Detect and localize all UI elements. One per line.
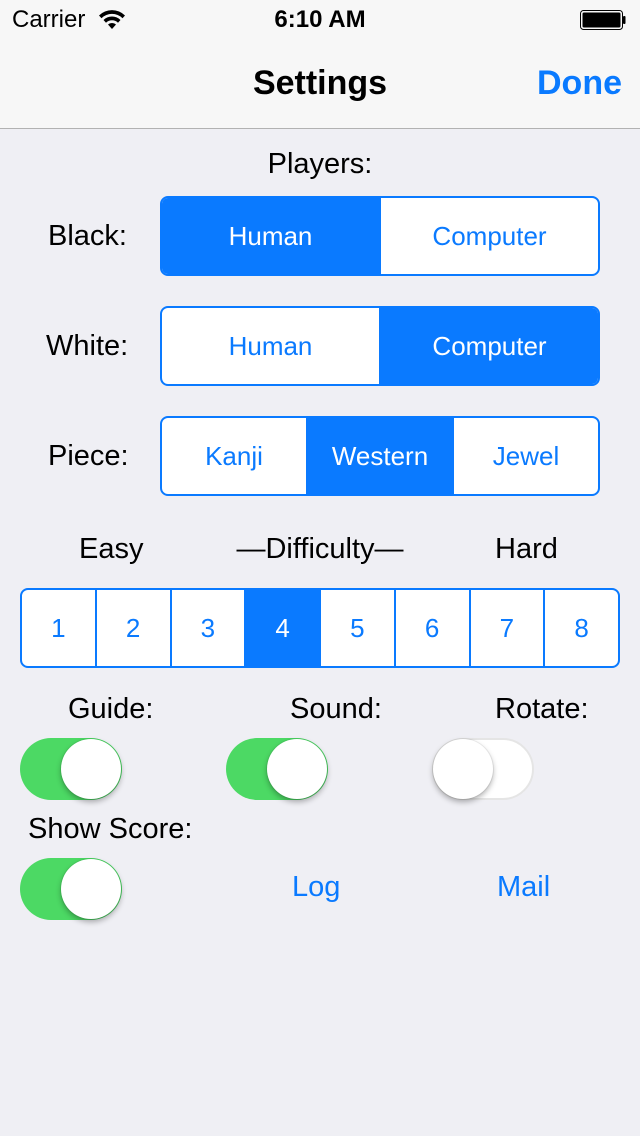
players-heading: Players:	[267, 148, 373, 180]
status-time: 6:10 AM	[274, 6, 366, 33]
difficulty-level-7[interactable]: 7	[471, 590, 546, 666]
rotate-switch[interactable]	[432, 738, 534, 800]
guide-switch-knob	[61, 739, 121, 799]
piece-segmented-control: Kanji Western Jewel	[160, 416, 600, 496]
difficulty-hard-label: Hard	[495, 533, 558, 565]
show-score-switch-knob	[61, 859, 121, 919]
sound-label: Sound:	[290, 693, 382, 725]
white-player-label: White:	[46, 330, 129, 362]
navigation-bar: Settings Done	[0, 40, 640, 129]
battery-icon	[580, 10, 626, 30]
difficulty-segmented-control: 1 2 3 4 5 6 7 8	[20, 588, 620, 668]
status-bar: Carrier 6:10 AM	[0, 0, 640, 40]
piece-kanji-segment[interactable]: Kanji	[162, 418, 308, 494]
difficulty-level-3[interactable]: 3	[172, 590, 247, 666]
sound-switch-knob	[267, 739, 327, 799]
difficulty-level-5[interactable]: 5	[321, 590, 396, 666]
settings-screen: Carrier 6:10 AM Settings Done Players: B…	[0, 0, 640, 1136]
difficulty-level-8[interactable]: 8	[545, 590, 618, 666]
piece-jewel-segment[interactable]: Jewel	[454, 418, 598, 494]
guide-label: Guide:	[68, 693, 154, 725]
log-link[interactable]: Log	[292, 871, 340, 904]
done-button[interactable]: Done	[537, 64, 622, 103]
difficulty-level-6[interactable]: 6	[396, 590, 471, 666]
rotate-label: Rotate:	[495, 693, 589, 725]
show-score-switch[interactable]	[20, 858, 122, 920]
difficulty-level-4[interactable]: 4	[246, 590, 321, 666]
piece-western-segment[interactable]: Western	[308, 418, 454, 494]
show-score-label: Show Score:	[28, 813, 193, 845]
sound-switch[interactable]	[226, 738, 328, 800]
black-player-label: Black:	[48, 220, 127, 252]
rotate-switch-knob	[433, 739, 493, 799]
piece-label: Piece:	[48, 440, 129, 472]
difficulty-level-2[interactable]: 2	[97, 590, 172, 666]
guide-switch[interactable]	[20, 738, 122, 800]
black-computer-segment[interactable]: Computer	[381, 198, 598, 274]
black-player-segmented-control: Human Computer	[160, 196, 600, 276]
difficulty-level-1[interactable]: 1	[22, 590, 97, 666]
white-human-segment[interactable]: Human	[162, 308, 381, 384]
black-human-segment[interactable]: Human	[162, 198, 381, 274]
white-player-segmented-control: Human Computer	[160, 306, 600, 386]
white-computer-segment[interactable]: Computer	[381, 308, 598, 384]
mail-link[interactable]: Mail	[497, 871, 550, 904]
